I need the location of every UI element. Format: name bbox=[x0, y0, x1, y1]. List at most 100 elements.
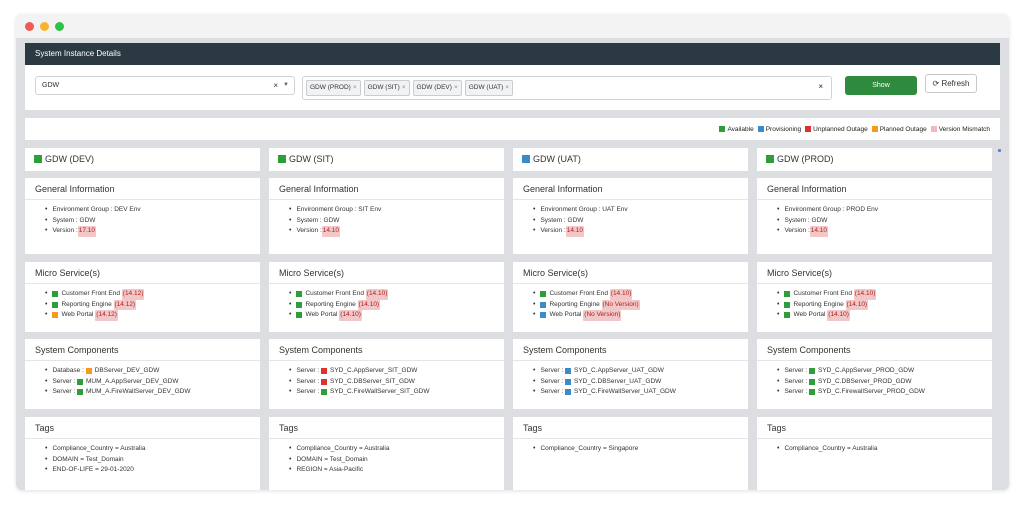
general-info-list: Environment Group : PROD Env System : GDW… bbox=[757, 200, 992, 237]
status-square-icon bbox=[766, 155, 774, 163]
general-info-list: Environment Group : DEV Env System : GDW V… bbox=[25, 200, 260, 237]
status-square-icon bbox=[34, 155, 42, 163]
scrollbar-thumb[interactable] bbox=[998, 149, 1001, 152]
component-type: Server : bbox=[784, 388, 810, 395]
status-square-icon bbox=[809, 389, 816, 396]
list-item: Web Portal (14.10) bbox=[289, 310, 504, 321]
remove-chip-icon[interactable]: × bbox=[454, 84, 458, 91]
legend-label: Unplanned Outage bbox=[813, 125, 868, 133]
micro-services-list: Customer Front End (14.12)Reporting Engi… bbox=[25, 284, 260, 321]
window-titlebar bbox=[16, 14, 1009, 38]
micro-services-card: Micro Service(s)Customer Front End (14.1… bbox=[269, 262, 504, 332]
system-select-value: GDW bbox=[42, 82, 60, 89]
list-item: Customer Front End (14.10) bbox=[533, 289, 748, 300]
environment-chip[interactable]: GDW (PROD) × bbox=[306, 80, 361, 96]
system-select[interactable]: GDW × ▼ bbox=[35, 76, 295, 95]
status-square-icon bbox=[522, 155, 530, 163]
environment-chip[interactable]: GDW (SIT) × bbox=[363, 80, 410, 96]
tags-title: Tags bbox=[757, 417, 992, 439]
status-square-icon bbox=[296, 291, 303, 298]
tags-card: Tags Compliance_Country = Australia bbox=[757, 417, 992, 490]
tag-text: DOMAIN = Test_Domain bbox=[52, 455, 124, 463]
tags-list: Compliance_Country = Australia DOMAIN = T… bbox=[269, 439, 504, 476]
version-badge: (14.10) bbox=[365, 289, 389, 300]
environment-chip[interactable]: GDW (UAT) × bbox=[464, 80, 514, 96]
component-type: Server : bbox=[540, 377, 566, 385]
system-components-title: System Components bbox=[513, 339, 748, 361]
list-item: Web Portal (14.12) bbox=[45, 310, 260, 321]
minimize-window-icon[interactable] bbox=[40, 21, 49, 31]
show-button[interactable]: Show bbox=[845, 76, 917, 95]
status-square-icon bbox=[565, 389, 572, 396]
legend-item: Version Mismatch bbox=[930, 126, 990, 133]
status-square-icon bbox=[321, 368, 328, 375]
remove-chip-icon[interactable]: × bbox=[353, 84, 357, 91]
maximize-window-icon[interactable] bbox=[55, 21, 64, 31]
list-item: System : GDW bbox=[533, 216, 748, 227]
list-item: Version : 14.10 bbox=[533, 226, 748, 237]
environment-title: GDW (DEV) bbox=[25, 148, 260, 170]
legend-swatch-icon bbox=[930, 126, 937, 132]
status-square-icon bbox=[540, 312, 547, 319]
list-item: System : GDW bbox=[777, 216, 992, 227]
version-badge: (14.10) bbox=[609, 289, 633, 300]
system-components-card: System Components Server : SYD_C.AppServe… bbox=[269, 339, 504, 409]
remove-chip-icon[interactable]: × bbox=[402, 84, 406, 91]
list-item: Web Portal (No Version) bbox=[533, 310, 748, 321]
tags-card: Tags Compliance_Country = Australia DOMAIN… bbox=[25, 417, 260, 490]
info-label: Environment Group : PROD Env bbox=[784, 206, 879, 213]
chevron-down-icon[interactable]: ▼ bbox=[283, 77, 289, 94]
environment-name: GDW (UAT) bbox=[533, 154, 581, 164]
environment-columns: GDW (DEV) General InformationEnvironment … bbox=[25, 148, 1000, 490]
refresh-label: Refresh bbox=[941, 79, 970, 88]
status-square-icon bbox=[278, 155, 286, 163]
service-name: Web Portal bbox=[305, 311, 340, 318]
component-type: Server : bbox=[540, 367, 566, 374]
list-item: Customer Front End (14.10) bbox=[777, 289, 992, 300]
component-name: SYD_C.FireWallServer_SIT_GDW bbox=[330, 388, 430, 395]
info-label: System : GDW bbox=[784, 216, 828, 224]
status-square-icon bbox=[321, 389, 328, 396]
components-list: Server : SYD_C.AppServer_UAT_GDWServer :… bbox=[513, 361, 748, 398]
version-badge: (14.12) bbox=[95, 310, 118, 321]
component-name: SYD_C.DBServer_SIT_GDW bbox=[330, 377, 415, 385]
component-name: SYD_C.AppServer_SIT_GDW bbox=[330, 367, 418, 374]
environment-multiselect[interactable]: GDW (PROD) × GDW (SIT) × GDW (DEV) × GDW (U… bbox=[302, 76, 832, 100]
component-name: MUM_A.AppServer_DEV_GDW bbox=[86, 377, 179, 385]
micro-services-title: Micro Service(s) bbox=[513, 262, 748, 284]
environment-chip[interactable]: GDW (DEV) × bbox=[412, 80, 462, 96]
refresh-button[interactable]: ⟳ Refresh bbox=[925, 74, 977, 93]
list-item: Server : SYD_C.FireWallServer_SIT_GDW bbox=[289, 387, 504, 398]
component-type: Server : bbox=[540, 388, 566, 395]
environment-name: GDW (DEV) bbox=[45, 154, 94, 164]
list-item: DOMAIN = Test_Domain bbox=[289, 455, 504, 466]
clear-system-icon[interactable]: × bbox=[273, 77, 278, 94]
component-name: SYD_C.AppServer_PROD_GDW bbox=[818, 367, 915, 374]
status-legend: Available Provisioning Unplanned Outage Pla… bbox=[25, 118, 1000, 140]
list-item: Server : SYD_C.DBServer_SIT_GDW bbox=[289, 377, 504, 388]
list-item: Compliance_Country = Singapore bbox=[533, 444, 748, 455]
micro-services-title: Micro Service(s) bbox=[269, 262, 504, 284]
general-info-card: General InformationEnvironment Group : P… bbox=[757, 178, 992, 254]
list-item: Database : DBServer_DEV_GDW bbox=[45, 366, 260, 377]
remove-chip-icon[interactable]: × bbox=[505, 84, 509, 91]
status-square-icon bbox=[77, 378, 84, 385]
version-badge: 14.10 bbox=[809, 226, 829, 237]
environment-title: GDW (SIT) bbox=[269, 148, 504, 170]
component-name: SYD_C.DBServer_PROD_GDW bbox=[818, 377, 912, 385]
list-item: Environment Group : UAT Env bbox=[533, 205, 748, 216]
list-item: Compliance_Country = Australia bbox=[45, 444, 260, 455]
legend-item: Unplanned Outage bbox=[805, 126, 868, 133]
close-window-icon[interactable] bbox=[25, 21, 34, 31]
list-item: Reporting Engine (14.10) bbox=[289, 299, 504, 310]
service-name: Customer Front End bbox=[793, 290, 854, 297]
version-badge: 14.10 bbox=[321, 226, 341, 237]
status-square-icon bbox=[809, 368, 816, 375]
list-item: Environment Group : DEV Env bbox=[45, 205, 260, 216]
system-components-card: System Components Database : DBServer_DEV… bbox=[25, 339, 260, 409]
general-info-list: Environment Group : SIT Env System : GDW V… bbox=[269, 200, 504, 237]
list-item: Server : SYD_C.DBServer_UAT_GDW bbox=[533, 377, 748, 388]
clear-environments-icon[interactable]: × bbox=[818, 82, 823, 91]
service-name: Reporting Engine bbox=[793, 300, 846, 308]
status-square-icon bbox=[540, 291, 547, 298]
